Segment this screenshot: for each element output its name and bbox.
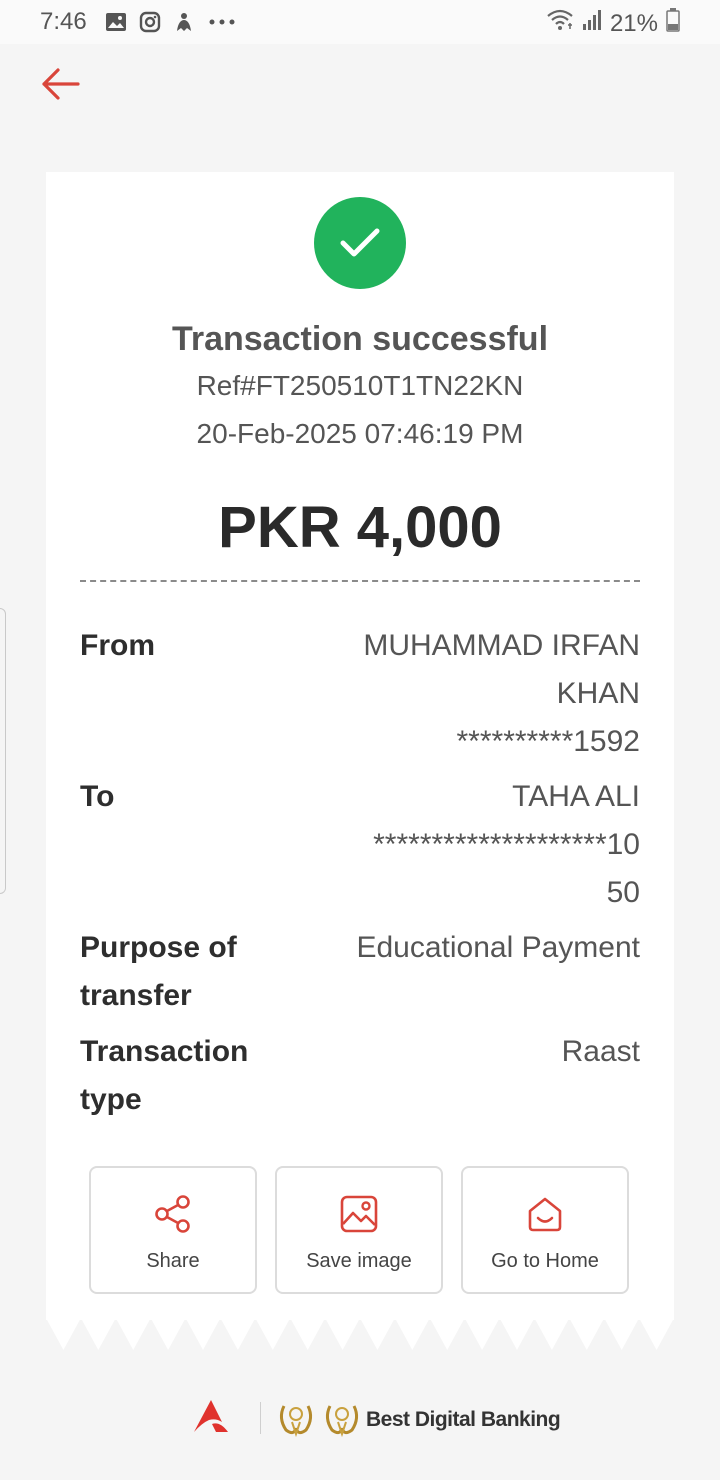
edge-panel-handle[interactable] xyxy=(0,608,6,894)
receipt-card: Transaction successful Ref#FT250510T1TN2… xyxy=(46,172,674,1320)
status-time: 7:46 xyxy=(40,8,87,35)
purpose-label: Purpose of transfer xyxy=(80,931,237,1012)
to-label: To xyxy=(80,780,115,813)
image-icon xyxy=(103,9,129,35)
to-value: TAHA ALI ********************10 50 xyxy=(373,780,640,909)
dashed-divider xyxy=(80,580,640,582)
share-label: Share xyxy=(146,1250,200,1272)
save-image-button[interactable]: Save image xyxy=(275,1166,443,1294)
footer: Best Digital Banking xyxy=(0,1396,720,1446)
instagram-icon xyxy=(137,9,163,35)
transaction-type-value: Raast xyxy=(561,1035,640,1068)
transaction-reference: Ref#FT250510T1TN22KN xyxy=(196,370,524,401)
battery-percent: 21% xyxy=(609,9,658,37)
transaction-title: Transaction successful xyxy=(171,320,549,358)
go-to-home-label: Go to Home xyxy=(491,1250,599,1272)
award-laurel-icon xyxy=(322,1398,362,1443)
brand-logo xyxy=(192,1398,230,1439)
back-button[interactable] xyxy=(36,62,84,106)
from-value: MUHAMMAD IRFAN KHAN **********1592 xyxy=(363,629,640,758)
app-icon xyxy=(171,9,197,35)
save-image-icon xyxy=(337,1192,381,1236)
success-badge xyxy=(314,197,406,289)
transaction-datetime: 20-Feb-2025 07:46:19 PM xyxy=(196,418,524,449)
home-icon xyxy=(523,1192,567,1236)
status-right: 21% xyxy=(546,8,680,39)
award-text: Best Digital Banking xyxy=(366,1408,561,1431)
status-bar: 7:46 21% xyxy=(0,0,720,44)
action-buttons: Share Save image Go to Home xyxy=(89,1166,629,1296)
checkmark-icon xyxy=(340,228,380,257)
receipt-torn-edge xyxy=(46,1318,674,1350)
from-label: From xyxy=(80,629,155,662)
save-image-label: Save image xyxy=(306,1250,412,1272)
share-icon xyxy=(151,1192,195,1236)
go-to-home-button[interactable]: Go to Home xyxy=(461,1166,629,1294)
footer-separator xyxy=(260,1402,261,1434)
purpose-value: Educational Payment xyxy=(356,931,640,964)
transaction-type-label: Transaction type xyxy=(80,1035,249,1116)
signal-icon xyxy=(582,9,602,38)
transaction-amount: PKR 4,000 xyxy=(218,495,502,560)
share-button[interactable]: Share xyxy=(89,1166,257,1294)
more-dots-icon xyxy=(205,9,239,35)
battery-icon xyxy=(666,8,680,39)
wifi-icon xyxy=(546,9,574,38)
arrow-left-icon xyxy=(42,68,80,100)
award-laurel-icon xyxy=(276,1398,316,1443)
